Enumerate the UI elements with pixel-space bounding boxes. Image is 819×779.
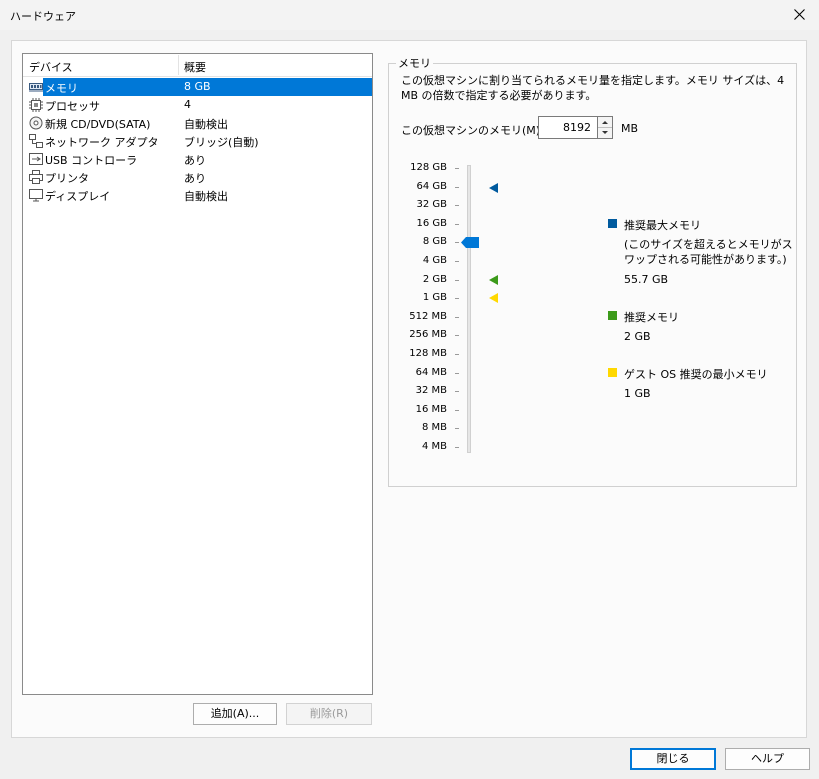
device-name: プリンタ <box>45 170 89 186</box>
scale-tick <box>455 373 459 374</box>
chevron-up-icon <box>598 117 612 127</box>
close-button[interactable]: 閉じる <box>630 748 716 770</box>
device-row-processor[interactable]: プロセッサ 4 <box>23 96 372 114</box>
scale-label: 512 MB <box>399 311 447 322</box>
network-icon <box>29 134 43 148</box>
cd-dvd-icon <box>29 116 43 130</box>
scale-label: 8 MB <box>399 422 447 433</box>
title-bar: ハードウェア <box>0 0 819 30</box>
add-device-button[interactable]: 追加(A)... <box>193 703 277 725</box>
scale-tick <box>455 410 459 411</box>
scale-label: 128 GB <box>399 162 447 173</box>
help-button[interactable]: ヘルプ <box>725 748 810 770</box>
scale-label: 1 GB <box>399 292 447 303</box>
device-row-usb-controller[interactable]: USB コントローラ あり <box>23 150 372 168</box>
column-header-device[interactable]: デバイス <box>29 59 73 75</box>
scale-label: 16 MB <box>399 404 447 415</box>
chevron-down-icon <box>598 128 612 138</box>
scale-tick <box>455 391 459 392</box>
device-list-header: デバイス 概要 <box>23 54 372 77</box>
scale-label: 32 MB <box>399 385 447 396</box>
device-row-cd-dvd[interactable]: 新規 CD/DVD(SATA) 自動検出 <box>23 114 372 132</box>
scale-label: 64 GB <box>399 181 447 192</box>
memory-description: この仮想マシンに割り当てられるメモリ量を指定します。メモリ サイズは、4 MB … <box>401 73 791 103</box>
device-summary: あり <box>184 152 206 168</box>
scale-tick <box>455 280 459 281</box>
window-title: ハードウェア <box>10 8 76 24</box>
device-summary: あり <box>184 170 206 186</box>
scale-label: 256 MB <box>399 329 447 340</box>
legend-min-title: ゲスト OS 推奨の最小メモリ <box>624 366 768 382</box>
memory-spinner[interactable] <box>597 116 613 139</box>
device-summary: 自動検出 <box>184 116 228 132</box>
scale-tick <box>455 224 459 225</box>
legend-recommended-swatch <box>608 311 617 320</box>
device-row-display[interactable]: ディスプレイ 自動検出 <box>23 186 372 204</box>
guest-min-marker <box>489 293 498 303</box>
remove-device-button[interactable]: 削除(R) <box>286 703 372 725</box>
device-name: ディスプレイ <box>45 188 110 204</box>
legend-min-swatch <box>608 368 617 377</box>
device-name: メモリ <box>45 80 78 96</box>
memory-unit-label: MB <box>621 122 638 135</box>
scale-label: 128 MB <box>399 348 447 359</box>
legend-max-value: 55.7 GB <box>624 273 668 286</box>
display-icon <box>29 188 43 202</box>
usb-icon <box>29 152 43 166</box>
device-row-memory[interactable]: メモリ 8 GB <box>23 78 372 96</box>
device-summary: 自動検出 <box>184 188 228 204</box>
device-name: 新規 CD/DVD(SATA) <box>45 116 150 132</box>
close-window-button[interactable] <box>779 0 819 30</box>
scale-label: 4 GB <box>399 255 447 266</box>
device-row-printer[interactable]: プリンタ あり <box>23 168 372 186</box>
device-list[interactable]: デバイス 概要 メモリ 8 GB プロセッサ 4 新規 CD/DVD(SATA)… <box>22 53 373 695</box>
column-separator[interactable] <box>178 55 179 75</box>
device-row-network-adapter[interactable]: ネットワーク アダプタ ブリッジ(自動) <box>23 132 372 150</box>
device-name: プロセッサ <box>45 98 100 114</box>
memory-field-label: この仮想マシンのメモリ(M): <box>401 122 544 138</box>
device-summary: ブリッジ(自動) <box>184 134 259 150</box>
scale-tick <box>455 242 459 243</box>
legend-min-value: 1 GB <box>624 387 651 400</box>
scale-tick <box>455 447 459 448</box>
memory-slider-track[interactable] <box>467 165 471 453</box>
scale-tick <box>455 317 459 318</box>
legend-max-swatch <box>608 219 617 228</box>
scale-tick <box>455 428 459 429</box>
legend-max-title: 推奨最大メモリ <box>624 217 701 233</box>
spin-up-button[interactable] <box>598 117 612 128</box>
device-name: ネットワーク アダプタ <box>45 134 159 150</box>
memory-slider-thumb[interactable] <box>461 237 479 248</box>
memory-group-title: メモリ <box>396 55 433 71</box>
close-icon <box>794 9 805 20</box>
device-summary: 8 GB <box>184 80 211 93</box>
scale-label: 2 GB <box>399 274 447 285</box>
column-header-summary[interactable]: 概要 <box>184 59 206 75</box>
legend-recommended-title: 推奨メモリ <box>624 309 679 325</box>
device-name: USB コントローラ <box>45 152 137 168</box>
scale-tick <box>455 261 459 262</box>
memory-icon <box>29 80 43 94</box>
scale-label: 4 MB <box>399 441 447 452</box>
memory-size-input[interactable]: 8192 <box>538 116 598 139</box>
printer-icon <box>29 170 43 184</box>
scale-tick <box>455 205 459 206</box>
scale-tick <box>455 168 459 169</box>
scale-tick <box>455 187 459 188</box>
scale-tick <box>455 298 459 299</box>
processor-icon <box>29 98 43 112</box>
spin-down-button[interactable] <box>598 128 612 138</box>
device-summary: 4 <box>184 98 191 111</box>
scale-label: 8 GB <box>399 236 447 247</box>
scale-tick <box>455 354 459 355</box>
recommended-marker <box>489 275 498 285</box>
scale-tick <box>455 335 459 336</box>
scale-label: 32 GB <box>399 199 447 210</box>
legend-recommended-value: 2 GB <box>624 330 651 343</box>
scale-label: 16 GB <box>399 218 447 229</box>
recommended-max-marker <box>489 183 498 193</box>
scale-label: 64 MB <box>399 367 447 378</box>
legend-max-note: (このサイズを超えるとメモリがスワップされる可能性があります。) <box>624 237 794 267</box>
